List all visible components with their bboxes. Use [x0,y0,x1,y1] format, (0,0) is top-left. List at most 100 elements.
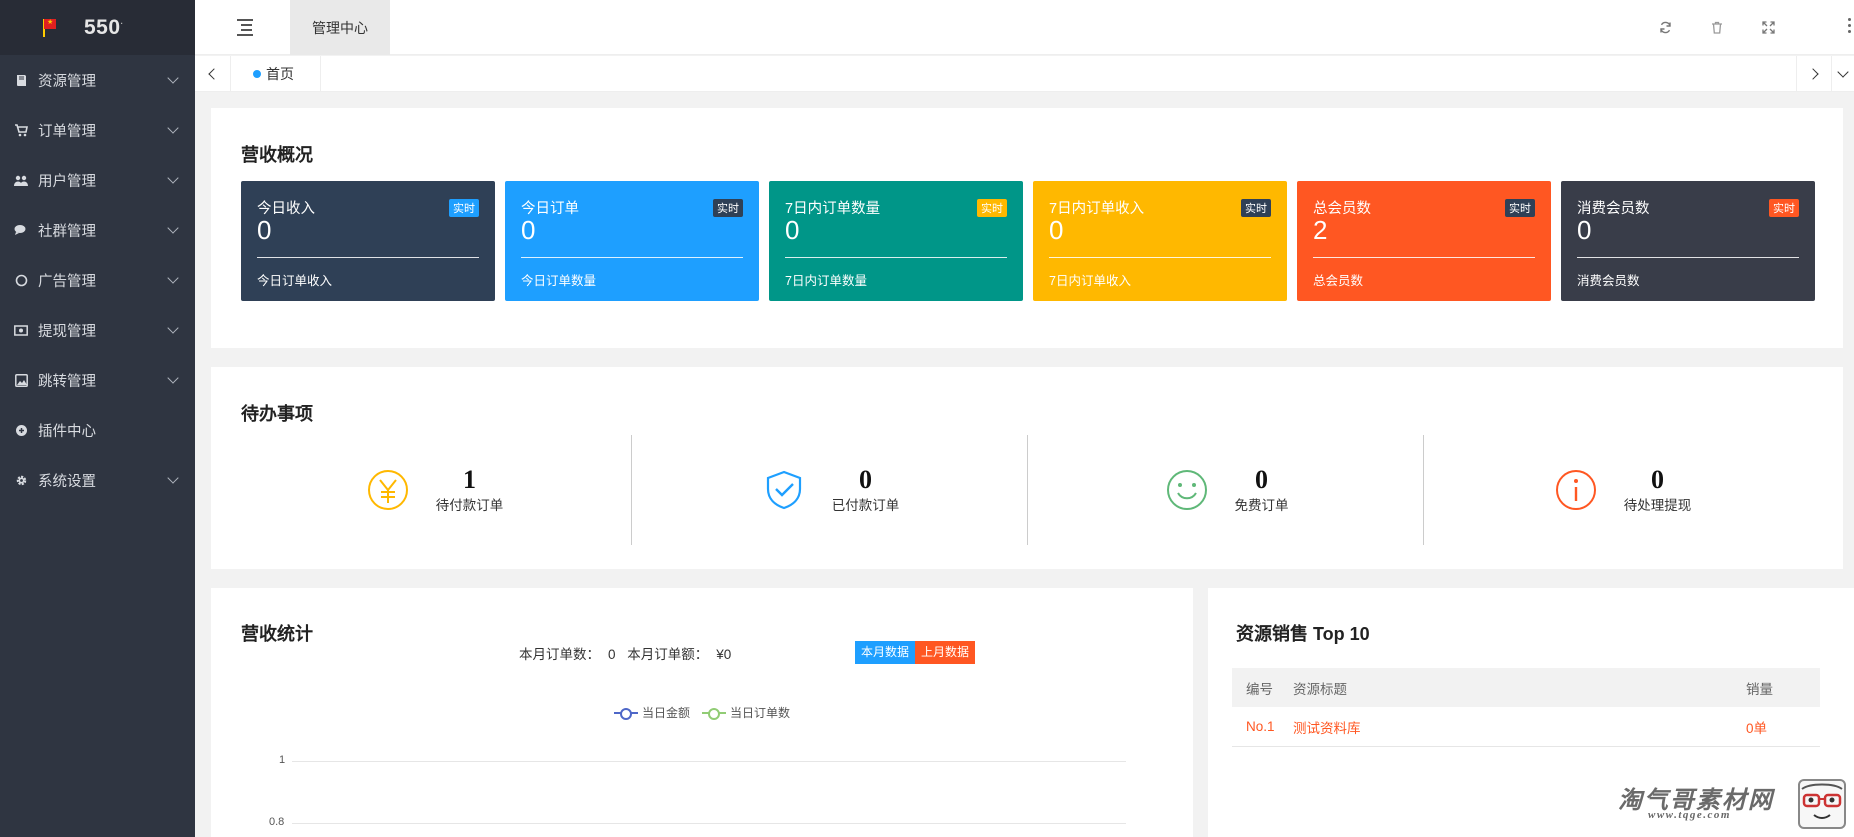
todo-pending-withdrawals[interactable]: 0 待处理提现 [1425,435,1820,545]
tab-dropdown-button[interactable] [1832,56,1854,92]
legend-line-icon [702,707,727,720]
this-month-button[interactable]: 本月数据 [855,641,916,664]
sidebar-item-label: 订单管理 [38,123,96,140]
stat-total-members[interactable]: 总会员数 2 实时 总会员数 [1297,181,1551,301]
stat-footer: 消费会员数 [1577,274,1640,288]
sidebar: ★ 550· 资源管理 订单管理 用户管理 社群管理 广告管理 提现管理 跳转管… [0,0,195,837]
stat-paying-members[interactable]: 消费会员数 0 实时 消费会员数 [1561,181,1815,301]
gridline [292,823,1126,824]
sidebar-item-label: 插件中心 [38,423,96,440]
stat-footer: 今日订单收入 [257,274,333,288]
realtime-badge: 实时 [449,199,479,217]
divider [257,257,479,258]
revenue-summary: 本月订单数： 0 本月订单额： ¥0 [519,643,739,663]
sidebar-item-plugins[interactable]: 插件中心 [0,405,195,455]
sidebar-item-resources[interactable]: 资源管理 [0,55,195,105]
col-header-title: 资源标题 [1293,681,1347,697]
trash-icon[interactable] [1706,16,1728,38]
y-tick-label: 0.8 [269,816,285,828]
tab-home-label: 首页 [266,66,294,82]
todo-label: 待付款订单 [435,498,504,513]
logo-text: 550· [84,15,124,39]
sidebar-item-ads[interactable]: 广告管理 [0,255,195,305]
todo-paid-orders[interactable]: 0 已付款订单 [633,435,1028,545]
legend-orders[interactable]: 当日订单数 [702,704,790,721]
realtime-badge: 实时 [713,199,743,217]
todo-free-orders[interactable]: 0 免费订单 [1029,435,1424,545]
glasses-face-icon [1798,779,1846,829]
refresh-icon[interactable] [1654,16,1676,38]
y-tick-label: 1 [279,754,286,766]
sidebar-menu: 资源管理 订单管理 用户管理 社群管理 广告管理 提现管理 跳转管理 插件中心 … [0,55,195,505]
sidebar-item-users[interactable]: 用户管理 [0,155,195,205]
divider [521,257,743,258]
todo-count: 0 [859,465,872,494]
realtime-badge: 实时 [1241,199,1271,217]
todo-count: 0 [1651,465,1664,494]
tab-scroll-right-button[interactable] [1796,56,1832,92]
stat-value: 0 [257,215,272,245]
stat-today-income[interactable]: 今日收入 0 实时 今日订单收入 [241,181,495,301]
tab-admin-center[interactable]: 管理中心 [290,0,390,55]
smile-icon [1166,470,1207,510]
legend-label: 当日金额 [642,706,691,720]
fullscreen-icon[interactable] [1757,16,1779,38]
more-vertical-icon[interactable] [1848,18,1852,36]
realtime-badge: 实时 [1505,199,1535,217]
todo-count: 0 [1255,465,1268,494]
stat-today-orders[interactable]: 今日订单 0 实时 今日订单数量 [505,181,759,301]
circle-icon [14,273,28,287]
tab-scroll-left-button[interactable] [195,56,231,92]
sidebar-item-settings[interactable]: 系统设置 [0,455,195,505]
stat-7day-order-count[interactable]: 7日内订单数量 0 实时 7日内订单数量 [769,181,1023,301]
legend-line-icon [614,707,638,720]
tab-strip: 首页 [195,56,1854,92]
sidebar-item-label: 资源管理 [38,73,96,90]
cell-title[interactable]: 测试资料库 [1290,717,1732,737]
col-header-sales: 销量 [1746,681,1773,697]
divider [1027,435,1028,545]
info-icon [1555,470,1596,510]
users-icon [14,173,28,187]
sidebar-item-withdraw[interactable]: 提现管理 [0,305,195,355]
top-header: 管理中心 [195,0,1854,55]
legend-amount[interactable]: 当日金额 [614,704,690,721]
legend-label: 当日订单数 [730,706,791,720]
divider [631,435,632,545]
todo-label: 免费订单 [1234,498,1289,513]
overview-title: 营收概况 [241,145,313,165]
chevron-right-icon [1806,68,1819,80]
chevron-down-icon [167,272,179,284]
col-header-id: 编号 [1246,681,1273,697]
watermark-url: www.tqge.com [1648,809,1731,821]
chevron-down-icon [167,172,179,184]
chevron-down-icon [167,122,179,134]
shield-check-icon [766,470,801,510]
watermark: 淘气哥素材网 www.tqge.com [1618,776,1854,837]
stat-value: 0 [521,215,536,245]
last-month-button[interactable]: 上月数据 [915,641,976,664]
table-row[interactable]: No.1 测试资料库 0单 [1232,707,1820,747]
todo-label: 已付款订单 [831,498,900,513]
logo-flag-icon: ★ [40,17,60,39]
sidebar-item-community[interactable]: 社群管理 [0,205,195,255]
stat-7day-order-income[interactable]: 7日内订单收入 0 实时 7日内订单收入 [1033,181,1287,301]
stat-footer: 7日内订单收入 [1049,274,1131,288]
cell-sales: 0单 [1746,720,1768,736]
todo-label: 待处理提现 [1623,498,1692,513]
stat-footer: 今日订单数量 [521,274,597,288]
sidebar-item-redirect[interactable]: 跳转管理 [0,355,195,405]
chevron-down-icon [167,322,179,334]
realtime-badge: 实时 [977,199,1007,217]
yen-icon [367,470,408,510]
month-orders-label: 本月订单数： [519,647,600,662]
sidebar-item-label: 跳转管理 [38,373,96,390]
chevron-down-icon [167,72,179,84]
stat-value: 0 [1577,215,1592,245]
logo-bar[interactable]: ★ 550· [0,0,195,55]
month-orders-value: 0 [608,647,616,662]
tab-home[interactable]: 首页 [231,56,321,92]
todo-pending-payment[interactable]: 1 待付款订单 [237,435,632,545]
menu-toggle-icon[interactable] [237,19,253,36]
sidebar-item-orders[interactable]: 订单管理 [0,105,195,155]
